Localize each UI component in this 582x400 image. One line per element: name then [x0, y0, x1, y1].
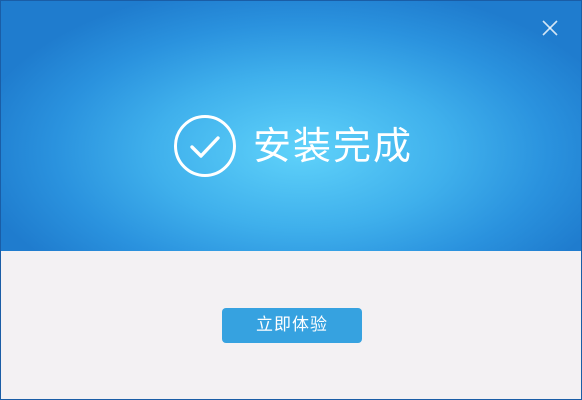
completion-headline: 安装完成: [173, 113, 413, 179]
check-circle-icon: [174, 115, 236, 177]
footer-panel: 立即体验: [1, 251, 581, 399]
close-icon: [542, 20, 558, 36]
try-now-button[interactable]: 立即体验: [222, 308, 362, 343]
installer-complete-dialog: 安装完成 立即体验: [0, 0, 582, 400]
page-title: 安装完成: [253, 124, 414, 168]
close-button[interactable]: [539, 17, 561, 39]
header-banner: 安装完成: [1, 1, 581, 251]
